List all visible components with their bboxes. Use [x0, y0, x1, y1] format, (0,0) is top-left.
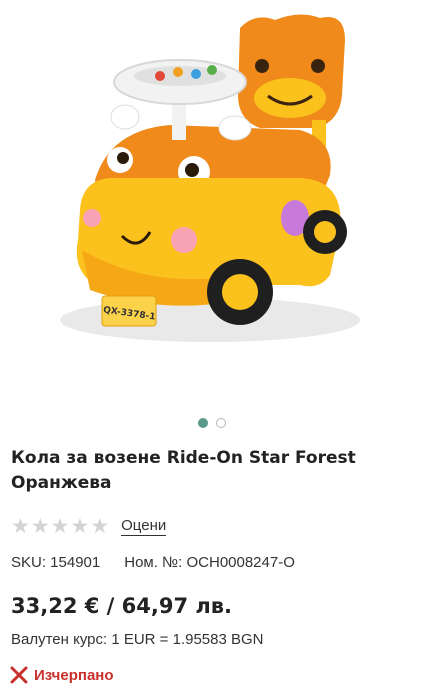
cross-icon [10, 666, 28, 684]
product-price: 33,22 € / 64,97 лв. [11, 594, 233, 618]
part-number: Ном. №: OCH0008247-O [124, 554, 295, 571]
gallery-dot-1[interactable] [197, 418, 208, 428]
gallery-pagination [0, 418, 423, 428]
product-title: Кола за возене Ride-On Star Forest Оранж… [11, 446, 411, 496]
star-icon[interactable]: ★ [70, 514, 89, 538]
sku: SKU: 154901 [11, 554, 101, 571]
rating-stars[interactable]: ★ ★ ★ ★ ★ [11, 514, 109, 538]
product-meta: SKU: 154901 Ном. №: OCH0008247-O [11, 554, 295, 571]
product-rating: ★ ★ ★ ★ ★ Оцени [11, 514, 167, 538]
product-image-gallery[interactable]: QX-3378-1 [0, 0, 423, 410]
stock-status-label: Изчерпано [34, 666, 114, 684]
stock-status: Изчерпано [10, 666, 114, 684]
gallery-dot-2[interactable] [215, 418, 226, 428]
exchange-rate: Валутен курс: 1 EUR = 1.95583 BGN [11, 631, 264, 648]
star-icon[interactable]: ★ [11, 514, 30, 538]
product-title-line1: Кола за возене Ride-On Star Forest [11, 448, 356, 468]
star-icon[interactable]: ★ [31, 514, 50, 538]
rate-product-link[interactable]: Оцени [121, 517, 167, 536]
product-title-line2: Оранжева [11, 473, 112, 493]
product-image[interactable]: QX-3378-1 [0, 0, 423, 410]
star-icon[interactable]: ★ [51, 514, 70, 538]
star-icon[interactable]: ★ [90, 514, 109, 538]
